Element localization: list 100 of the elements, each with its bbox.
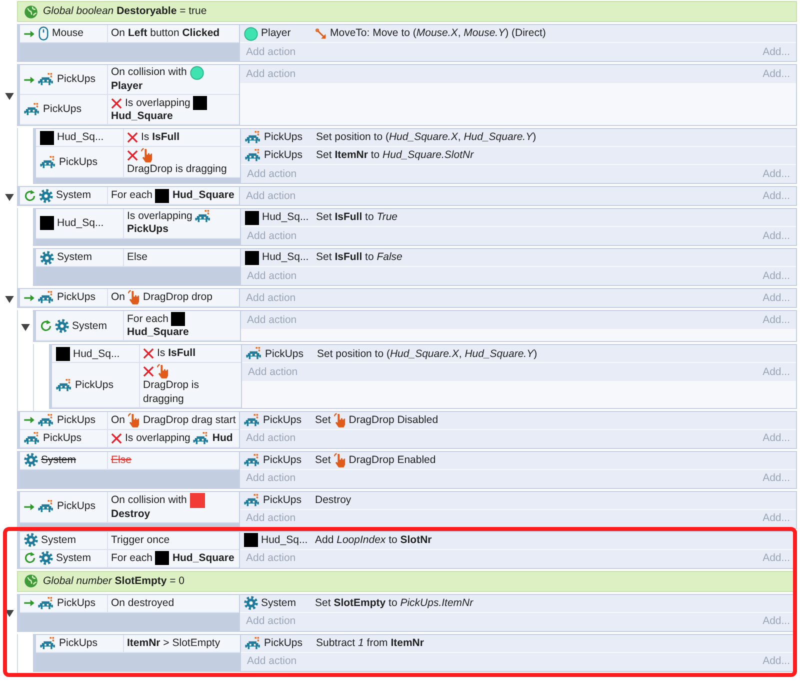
object-name: PickUps [57,596,96,610]
action-text: Destroy [315,494,352,506]
square-icon [155,188,170,203]
object-name: System [57,251,92,264]
condition-text: Hud_Square [172,189,234,202]
object-name: PickUps [263,494,302,506]
condition-text: On collision with [111,494,187,507]
add-link[interactable]: Add... [762,512,790,525]
object-name: System [261,596,296,610]
condition-text: Is IsFull [141,131,180,144]
condition-text: DragDrop drag start [143,414,236,427]
add-action-link[interactable]: Add action [246,68,296,80]
object-name: PickUps [43,432,82,444]
collapse-triangle-icon[interactable] [21,324,30,331]
add-link[interactable]: Add... [762,432,790,445]
hand-pointer-icon [128,290,140,306]
object-name: PickUps [59,636,98,650]
hand-pointer-icon [334,412,346,428]
square-icon [245,210,259,225]
condition-text: For each [111,189,152,202]
globe-icon [24,574,38,588]
add-action-link[interactable]: Add action [246,292,296,305]
add-action-link[interactable]: Add action [247,270,297,283]
add-link[interactable]: Add... [762,314,790,327]
condition-text: Trigger once [111,534,170,547]
condition-text: For each [127,312,168,326]
add-action-link[interactable]: Add action [246,432,296,445]
add-action-link[interactable]: Add action [247,314,297,327]
condition-text: Is overlapping [125,96,190,110]
add-link[interactable]: Add... [762,552,790,565]
hand-pointer-icon [141,148,153,164]
condition-text: DragDrop is dragging [127,163,227,176]
condition-text: Else [127,251,148,264]
object-name: Mouse [52,27,84,40]
object-name: PickUps [57,500,96,513]
condition-text: On [111,291,126,304]
global-variable-text: Global number SlotEmpty = 0 [43,574,185,588]
condition-text: ItemNr > SlotEmpty [127,636,220,650]
add-action-link[interactable]: Add action [246,552,296,565]
object-name: PickUps [57,414,96,426]
condition-text: On destroyed [111,596,174,610]
action-text: Set IsFull to False [316,251,402,264]
condition-text: Is IsFull [157,347,196,360]
add-action-link[interactable]: Add action [246,46,296,58]
action-text: Set position to (Hud_Square.X, Hud_Square.Y) [316,131,536,144]
add-link[interactable]: Add... [762,270,790,283]
object-name: PickUps [263,454,302,466]
square-icon [171,312,186,326]
object-name: PickUps [264,149,303,162]
object-name: PickUps [75,378,114,392]
add-link[interactable]: Add... [762,366,790,379]
action-text: DragDrop Disabled [348,414,438,426]
object-name: Hud_Sq... [262,251,309,264]
add-action-link[interactable]: Add action [247,655,297,668]
add-action-link[interactable]: Add action [246,190,296,203]
hand-pointer-icon [157,364,169,380]
condition-text: For each [111,552,152,565]
action-text: Add LoopIndex to SlotNr [315,534,432,546]
object-name: System [72,320,108,332]
collapse-triangle-icon[interactable] [5,296,14,303]
object-name: Hud_Sq... [262,211,309,224]
condition-text: Hud_Square [111,110,173,124]
add-action-link[interactable]: Add action [246,512,296,525]
condition-text: Is overlapping [125,432,190,445]
collapse-triangle-icon[interactable] [5,194,14,201]
action-text: MoveTo: Move to (Mouse.X, Mouse.Y) (Direct) [330,27,546,40]
condition-text: DragDrop drop [143,291,212,304]
alien-sprite-icon [56,378,72,392]
condition-text: Hud_Square [127,326,189,340]
collapse-triangle-icon[interactable] [5,610,14,618]
alien-sprite-icon [38,500,54,514]
global-variable-text: Global boolean Destoryable = true [43,5,207,18]
object-name: Hud_Sq... [57,131,104,144]
hand-pointer-icon [334,452,346,468]
add-action-link[interactable]: Add action [247,230,297,243]
add-link[interactable]: Add... [762,230,790,243]
hand-pointer-icon [128,412,140,428]
add-link[interactable]: Add... [762,68,790,80]
square-icon [244,533,258,548]
action-text: Set ItemNr to Hud_Square.SlotNr [316,149,474,162]
object-name: PickUps [263,414,302,426]
add-link[interactable]: Add... [762,615,790,628]
object-name: Player [261,27,291,40]
object-name: System [56,189,92,202]
object-name: Hud_Sq... [57,217,104,230]
mouse-icon [38,26,49,41]
add-link[interactable]: Add... [762,46,790,58]
collapse-triangle-icon[interactable] [5,92,14,100]
add-link[interactable]: Add... [762,190,790,203]
object-name: PickUps [57,73,96,86]
object-name: System [56,552,92,564]
object-name: Hud_Sq... [73,348,120,360]
add-action-link[interactable]: Add action [248,366,298,379]
add-link[interactable]: Add... [762,168,790,181]
condition-text: On Left button Clicked [111,26,220,40]
action-text: Set position to (Hud_Square.X, Hud_Square.Y) [317,348,538,360]
add-action-link[interactable]: Add action [246,615,296,628]
add-action-link[interactable]: Add action [247,168,297,181]
add-link[interactable]: Add... [762,292,790,305]
add-link[interactable]: Add... [762,655,790,668]
